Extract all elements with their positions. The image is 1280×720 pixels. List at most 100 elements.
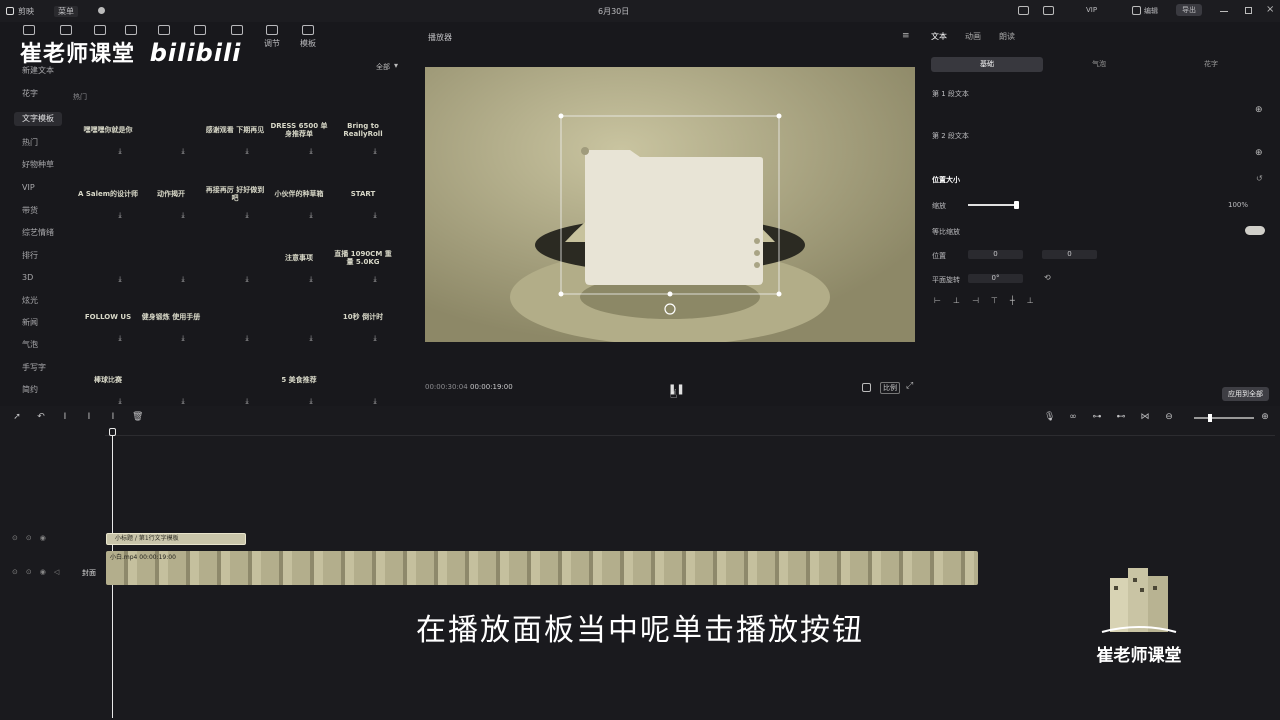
zoom-slider-thumb[interactable] — [1208, 414, 1212, 422]
subtab-bubble[interactable]: 气泡 — [1043, 57, 1155, 72]
minimize-icon[interactable] — [1220, 11, 1228, 12]
sidebar-item[interactable]: 3D — [14, 271, 62, 285]
rotate-flip-icon[interactable]: ⟲ — [1044, 273, 1051, 282]
template-card[interactable] — [77, 238, 139, 278]
download-icon[interactable]: ⤓ — [179, 211, 187, 219]
download-icon[interactable]: ⤓ — [371, 275, 379, 283]
download-icon[interactable]: ⤓ — [116, 334, 124, 342]
template-card[interactable]: START — [332, 174, 394, 214]
download-icon[interactable]: ⤓ — [371, 397, 379, 405]
download-icon[interactable]: ⤓ — [116, 275, 124, 283]
template-card[interactable] — [140, 360, 202, 400]
download-icon[interactable]: ⤓ — [116, 211, 124, 219]
text-track-visible-icon[interactable]: ⊙ — [26, 534, 32, 542]
download-icon[interactable]: ⤓ — [243, 397, 251, 405]
resize-handle-bottom[interactable] — [667, 291, 673, 297]
download-icon[interactable]: ⤓ — [116, 147, 124, 155]
subtab-basic[interactable]: 基础 — [931, 57, 1043, 72]
sidebar-item[interactable]: 手写字 — [14, 361, 62, 375]
fullscreen-icon[interactable]: ⤢ — [906, 381, 913, 391]
download-icon[interactable]: ⤓ — [307, 334, 315, 342]
download-icon[interactable]: ⤓ — [371, 147, 379, 155]
template-card[interactable]: DRESS 6500 单身推荐单 — [268, 110, 330, 150]
sidebar-item[interactable]: 炫光 — [14, 294, 62, 308]
uniform-scale-toggle[interactable] — [1245, 226, 1265, 235]
download-icon[interactable]: ⤓ — [307, 147, 315, 155]
align-left-icon[interactable]: ⊢ — [934, 296, 941, 305]
resize-handle-tr[interactable] — [776, 113, 782, 119]
tab-read-aloud[interactable]: 朗读 — [999, 31, 1015, 42]
tool-template[interactable]: 模板 — [293, 25, 323, 49]
shortcut-icon[interactable] — [1018, 6, 1029, 15]
sidebar-item[interactable]: 热门 — [14, 136, 62, 150]
zoom-out-icon[interactable]: ⊖ — [1164, 412, 1174, 422]
template-card[interactable]: 棒球比赛 — [77, 360, 139, 400]
template-card[interactable]: 嘿嘿嘿你就是你 — [77, 110, 139, 150]
link-icon[interactable]: ∞ — [1068, 412, 1078, 422]
edit-button[interactable]: 编辑 — [1144, 6, 1158, 16]
settings-icon[interactable] — [98, 7, 105, 14]
template-card[interactable] — [332, 360, 394, 400]
resize-handle-br[interactable] — [776, 291, 782, 297]
text-track-lock-icon[interactable]: ⊙ — [12, 534, 18, 542]
reset-icon[interactable]: ↺ — [1256, 174, 1263, 183]
template-card[interactable] — [268, 297, 330, 337]
template-card[interactable] — [204, 297, 266, 337]
video-track-lock-icon[interactable]: ⊙ — [12, 568, 18, 576]
sidebar-item[interactable]: 带货 — [14, 204, 62, 218]
sidebar-item[interactable]: 文字模板 — [14, 112, 62, 126]
sidebar-item[interactable]: 排行 — [14, 249, 62, 263]
playhead-handle[interactable] — [109, 428, 116, 436]
template-card[interactable]: 感谢观看 下期再见 — [204, 110, 266, 150]
template-card[interactable] — [140, 238, 202, 278]
download-icon[interactable]: ⤓ — [179, 397, 187, 405]
video-clip[interactable]: 小白.mp4 00:00:19:00 — [106, 551, 978, 585]
apply-all-button[interactable]: 应用到全部 — [1222, 387, 1269, 401]
template-card[interactable]: 再接再厉 好好做到吧 — [204, 174, 266, 214]
video-track-visible-icon[interactable]: ⊙ — [26, 568, 32, 576]
cover-button[interactable]: 封面 — [82, 568, 96, 578]
split-icon[interactable]: I — [60, 412, 70, 422]
layout-icon[interactable] — [1043, 6, 1054, 15]
download-icon[interactable]: ⤓ — [307, 397, 315, 405]
sidebar-item[interactable]: 好物种草 — [14, 158, 62, 172]
position-x-input[interactable]: 0 — [968, 250, 1023, 259]
template-card[interactable] — [140, 110, 202, 150]
scale-slider[interactable] — [968, 201, 1019, 209]
maximize-icon[interactable] — [1245, 7, 1252, 14]
filter-all[interactable]: 全部 — [376, 62, 390, 72]
template-card[interactable]: 健身锻炼 使用手册 — [140, 297, 202, 337]
template-card[interactable]: 动作揭开 — [140, 174, 202, 214]
mic-icon[interactable]: 🎙 — [1044, 412, 1055, 422]
resize-handle-bl[interactable] — [558, 291, 564, 297]
video-track-mute-icon[interactable]: ◉ — [40, 568, 46, 576]
download-icon[interactable]: ⤓ — [243, 147, 251, 155]
download-icon[interactable]: ⤓ — [371, 334, 379, 342]
vip-badge[interactable]: VIP — [1086, 6, 1097, 14]
align-vcenter-icon[interactable]: ┼ — [1010, 296, 1015, 305]
delete-icon[interactable]: 🗑 — [132, 412, 143, 422]
sidebar-item[interactable]: 综艺情绪 — [14, 226, 62, 240]
download-icon[interactable]: ⤓ — [243, 211, 251, 219]
export-button[interactable]: 导出 — [1176, 4, 1202, 16]
undo-icon[interactable]: ↶ — [36, 412, 46, 422]
player-menu-icon[interactable]: ≡ — [902, 31, 910, 41]
position-y-input[interactable]: 0 — [1042, 250, 1097, 259]
preview-axis-icon[interactable]: ⊷ — [1116, 412, 1126, 422]
template-card[interactable]: A Salem的设计师 — [77, 174, 139, 214]
split-right-icon[interactable]: I — [108, 412, 118, 422]
rotate-input[interactable]: 0° — [968, 274, 1023, 283]
download-icon[interactable]: ⤓ — [307, 275, 315, 283]
template-card[interactable]: 直播 1090CM 重量 5.0KG — [332, 238, 394, 278]
close-icon[interactable]: × — [1266, 4, 1274, 15]
download-icon[interactable]: ⤓ — [179, 275, 187, 283]
download-icon[interactable]: ⤓ — [243, 334, 251, 342]
edit-icon[interactable] — [1132, 6, 1141, 15]
ratio-button[interactable]: 比例 — [880, 382, 900, 394]
template-card[interactable]: FOLLOW US — [77, 297, 139, 337]
fit-screen-icon[interactable] — [862, 383, 871, 392]
template-card[interactable] — [204, 238, 266, 278]
video-track-audio-icon[interactable]: ◁ — [54, 568, 59, 576]
tool-adjust[interactable]: 调节 — [257, 25, 287, 49]
sidebar-item[interactable]: VIP — [14, 181, 62, 195]
